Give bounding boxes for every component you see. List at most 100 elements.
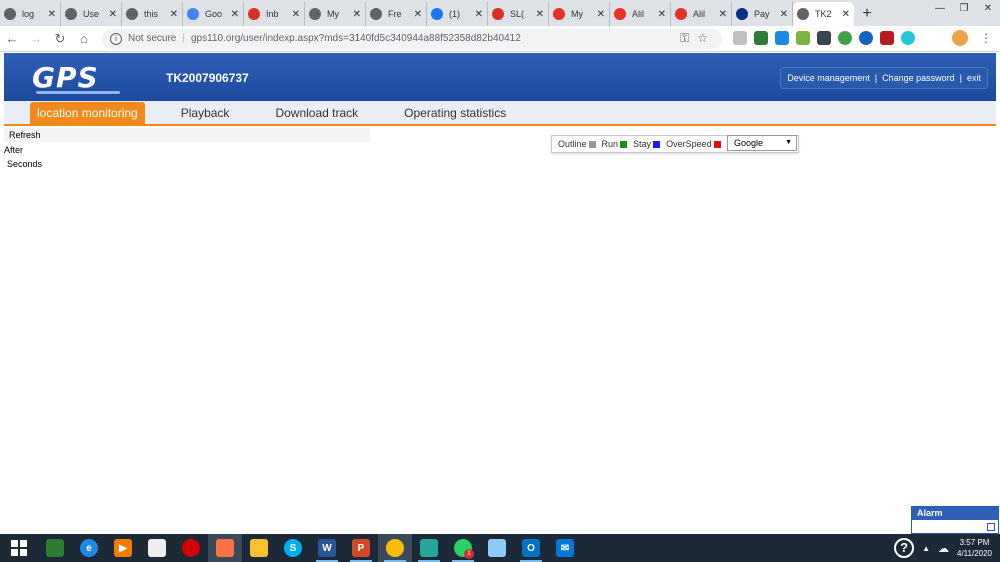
close-window-icon[interactable]: ✕ [976, 0, 1000, 18]
browser-tab-title: SL( [510, 9, 525, 19]
clock[interactable]: 3:57 PM 4/11/2020 [957, 537, 992, 559]
browser-tab[interactable]: Goo ✕ [183, 2, 244, 26]
extension-1-icon[interactable] [733, 31, 747, 45]
forward-icon[interactable]: → [24, 31, 48, 46]
new-tab-button[interactable]: + [854, 2, 880, 26]
help-icon[interactable]: ? [894, 538, 915, 558]
restore-icon[interactable]: ❐ [952, 0, 976, 18]
menu-kebab-icon[interactable]: ⋮ [980, 31, 992, 45]
close-tab-icon[interactable]: ✕ [414, 9, 422, 20]
chevron-up-icon[interactable]: ▲ [922, 544, 930, 553]
extension-3-icon[interactable] [775, 31, 789, 45]
browser-tab[interactable]: Inb ✕ [244, 2, 305, 26]
extension-2-icon[interactable] [754, 31, 768, 45]
taskbar-file-explorer-icon[interactable] [242, 534, 276, 562]
clock-time: 3:57 PM [959, 538, 990, 547]
info-icon[interactable]: i [110, 32, 122, 45]
taskbar-photos-icon[interactable] [412, 534, 446, 562]
refresh-label[interactable]: Refresh [9, 130, 41, 140]
close-tab-icon[interactable]: ✕ [170, 9, 178, 20]
extension-5-icon[interactable] [817, 31, 831, 45]
google-icon [187, 8, 199, 20]
taskbar-skype-icon[interactable]: S [276, 534, 310, 562]
legend-run-swatch [620, 140, 628, 148]
close-tab-icon[interactable]: ✕ [475, 9, 483, 20]
browser-tab[interactable]: this ✕ [122, 2, 183, 26]
tab-location-monitoring[interactable]: location monitoring [30, 102, 145, 124]
taskbar-media-player-icon[interactable]: ▶ [106, 534, 140, 562]
close-tab-icon[interactable]: ✕ [658, 9, 666, 20]
change-password-link[interactable]: Change password [882, 73, 955, 83]
close-tab-icon[interactable]: ✕ [719, 9, 727, 20]
tab-operating-statistics[interactable]: Operating statistics [394, 102, 516, 124]
map-type-select[interactable]: Google ▼ [727, 135, 797, 151]
taskbar-store-icon[interactable] [38, 534, 72, 562]
url-field[interactable]: i Not secure | gps110.org/user/indexp.as… [102, 28, 722, 49]
tab-playback[interactable]: Playback [171, 102, 240, 124]
back-icon[interactable]: ← [0, 31, 24, 46]
extension-4-icon[interactable] [796, 31, 810, 45]
taskbar-word-icon[interactable]: W [310, 534, 344, 562]
browser-tab[interactable]: SL( ✕ [488, 2, 549, 26]
reload-icon[interactable]: ↻ [48, 31, 72, 47]
extension-8-icon[interactable] [880, 31, 894, 45]
browser-tab-title: Use [83, 9, 100, 19]
bookmark-star-icon[interactable]: ☆ [697, 31, 708, 46]
alarm-title: Alarm [912, 507, 998, 520]
taskbar-mail-icon[interactable]: ✉ [548, 534, 582, 562]
taskbar-opera-icon[interactable] [174, 534, 208, 562]
taskbar-powerpoint-icon[interactable]: P [344, 534, 378, 562]
browser-tab[interactable]: My ✕ [549, 2, 610, 26]
profile-avatar[interactable] [952, 30, 968, 46]
browser-tab[interactable]: TK2 ✕ [793, 2, 854, 26]
browser-tab[interactable]: (1) ✕ [427, 2, 488, 26]
browser-tab[interactable]: log ✕ [0, 2, 61, 26]
close-tab-icon[interactable]: ✕ [292, 9, 300, 20]
browser-tab[interactable]: Fre ✕ [366, 2, 427, 26]
network-icon[interactable]: ☁ [938, 542, 949, 555]
gmail-icon [248, 8, 260, 20]
extension-9-icon[interactable] [901, 31, 915, 45]
browser-tab-title: (1) [449, 9, 460, 19]
taskbar-chrome-icon[interactable] [378, 534, 412, 562]
shield-blue-icon[interactable] [859, 31, 873, 45]
site-header: GPS TK2007906737 Device management | Cha… [4, 53, 996, 101]
legend-outline-swatch [588, 140, 596, 148]
taskbar-outlook-icon[interactable]: O [514, 534, 548, 562]
taskbar-app2-icon[interactable] [480, 534, 514, 562]
exit-link[interactable]: exit [967, 73, 981, 83]
close-tab-icon[interactable]: ✕ [109, 9, 117, 20]
alarm-restore-icon[interactable] [987, 523, 995, 531]
taskbar-file-icon[interactable] [140, 534, 174, 562]
close-tab-icon[interactable]: ✕ [48, 9, 56, 20]
browser-tab[interactable]: Alil ✕ [671, 2, 732, 26]
globe-icon [4, 8, 16, 20]
minimize-icon[interactable]: — [928, 0, 952, 18]
browser-tab-title: Inb [266, 9, 279, 19]
extensions-bar [733, 31, 915, 45]
link-separator: | [874, 73, 878, 83]
taskbar-whatsapp-icon[interactable]: 1 [446, 534, 480, 562]
close-tab-icon[interactable]: ✕ [353, 9, 361, 20]
close-tab-icon[interactable]: ✕ [597, 9, 605, 20]
shield-green-icon[interactable] [838, 31, 852, 45]
browser-tab[interactable]: Alil ✕ [610, 2, 671, 26]
tab-download-track[interactable]: Download track [265, 102, 368, 124]
close-tab-icon[interactable]: ✕ [231, 9, 239, 20]
home-icon[interactable]: ⌂ [72, 31, 96, 46]
taskbar-ie-icon[interactable]: e [72, 534, 106, 562]
close-tab-icon[interactable]: ✕ [780, 9, 788, 20]
browser-tab-title: My [571, 9, 583, 19]
device-management-link[interactable]: Device management [787, 73, 870, 83]
browser-tab[interactable]: Pay ✕ [732, 2, 793, 26]
close-tab-icon[interactable]: ✕ [536, 9, 544, 20]
taskbar-app-icon[interactable] [208, 534, 242, 562]
legend-overspeed: OverSpeed [666, 139, 721, 149]
close-tab-icon[interactable]: ✕ [842, 9, 850, 20]
key-icon[interactable]: ⚿ [680, 31, 689, 46]
paypal-icon [736, 8, 748, 20]
browser-tab[interactable]: My ✕ [305, 2, 366, 26]
globe-icon [126, 8, 138, 20]
start-button[interactable] [0, 534, 38, 562]
browser-tab[interactable]: Use ✕ [61, 2, 122, 26]
